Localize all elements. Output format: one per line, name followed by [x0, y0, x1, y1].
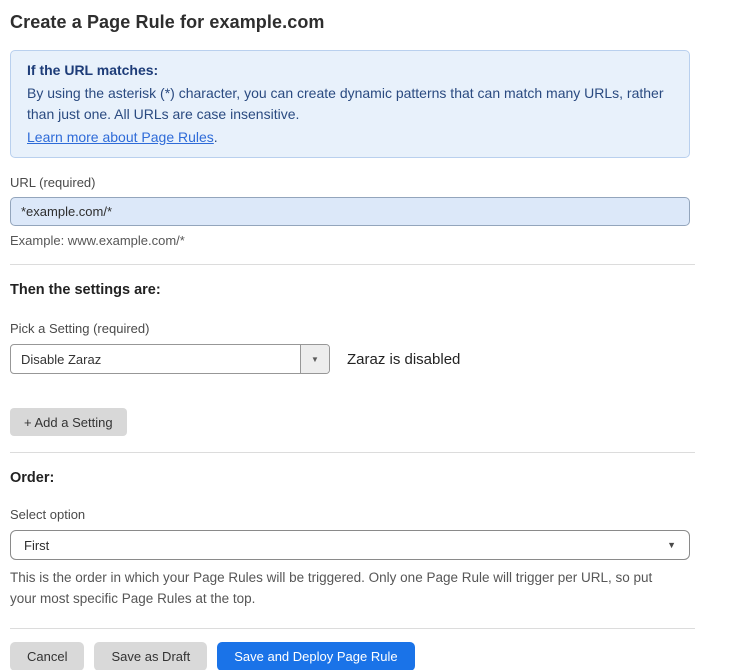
order-section-heading: Order: [10, 470, 690, 486]
url-input[interactable] [10, 197, 690, 226]
add-setting-button[interactable]: + Add a Setting [10, 408, 127, 436]
order-dropdown[interactable]: First ▼ [10, 530, 690, 560]
setting-row: Disable Zaraz ▼ Zaraz is disabled [10, 344, 690, 374]
page-rule-form: Create a Page Rule for example.com If th… [0, 0, 750, 670]
setting-status-text: Zaraz is disabled [347, 351, 460, 368]
info-box-body: By using the asterisk (*) character, you… [27, 83, 672, 125]
url-example-text: Example: www.example.com/* [10, 233, 690, 248]
save-and-deploy-button[interactable]: Save and Deploy Page Rule [217, 642, 414, 670]
chevron-down-icon[interactable]: ▼ [300, 345, 329, 373]
divider [10, 628, 695, 629]
order-select-label: Select option [10, 507, 690, 522]
action-button-row: Cancel Save as Draft Save and Deploy Pag… [10, 642, 690, 670]
order-dropdown-value: First [24, 538, 49, 553]
setting-dropdown[interactable]: Disable Zaraz ▼ [10, 344, 330, 374]
info-box-heading: If the URL matches: [27, 62, 673, 78]
settings-section-heading: Then the settings are: [10, 282, 690, 298]
order-help-text: This is the order in which your Page Rul… [10, 567, 682, 609]
setting-dropdown-value: Disable Zaraz [11, 345, 300, 373]
divider [10, 452, 695, 453]
save-as-draft-button[interactable]: Save as Draft [94, 642, 207, 670]
learn-more-link[interactable]: Learn more about Page Rules [27, 129, 214, 145]
pick-setting-label: Pick a Setting (required) [10, 321, 690, 336]
page-title: Create a Page Rule for example.com [10, 12, 690, 33]
chevron-down-icon: ▼ [667, 540, 676, 550]
cancel-button[interactable]: Cancel [10, 642, 84, 670]
url-field-label: URL (required) [10, 175, 690, 190]
url-match-info-box: If the URL matches: By using the asteris… [10, 50, 690, 158]
info-box-link-line: Learn more about Page Rules. [27, 129, 673, 145]
link-period: . [214, 129, 218, 145]
divider [10, 264, 695, 265]
